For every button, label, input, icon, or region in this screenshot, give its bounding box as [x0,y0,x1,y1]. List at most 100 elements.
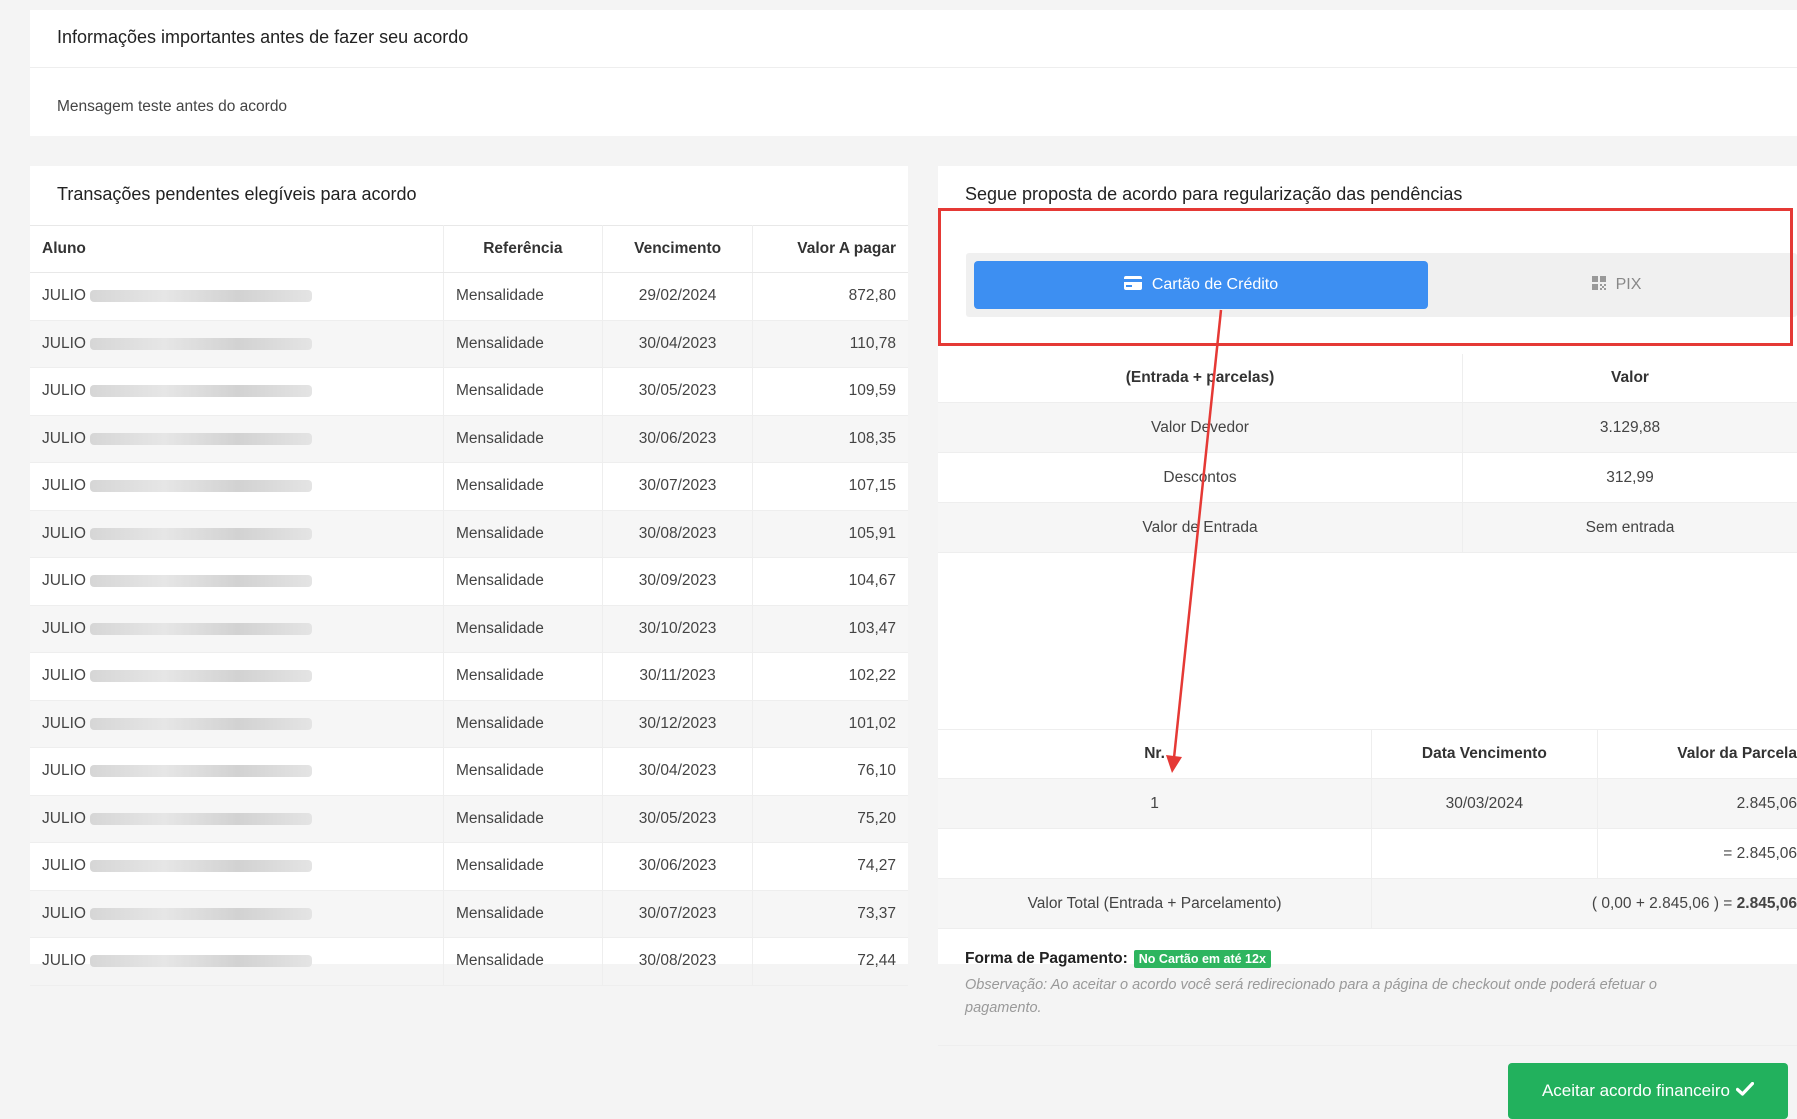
cell-valor: 107,15 [753,463,908,511]
cell-valor: 105,91 [753,510,908,558]
cell-valor: 104,67 [753,558,908,606]
student-name: JULIO [42,382,86,399]
subtotal-value: = 2.845,06 [1597,829,1797,879]
cell-referencia: Mensalidade [444,890,603,938]
student-name: JULIO [42,952,86,969]
divider [938,1045,1797,1046]
payment-method-label: Forma de Pagamento: [965,950,1128,968]
installments-header-row: Nr. Data Vencimento Valor da Parcela [938,730,1797,779]
annotation-highlight-box [938,208,1793,346]
student-name: JULIO [42,287,86,304]
summary-value: Sem entrada [1463,503,1797,553]
total-row: Valor Total (Entrada + Parcelamento) ( 0… [938,879,1797,929]
cell-referencia: Mensalidade [444,938,603,986]
info-card: Informações importantes antes de fazer s… [30,10,1797,136]
cell-aluno: JULIO [30,368,444,416]
cell-referencia: Mensalidade [444,748,603,796]
table-row: JULIOMensalidade30/12/2023101,02 [30,700,908,748]
proposal-title: Segue proposta de acordo para regulariza… [965,184,1462,205]
table-row: JULIOMensalidade30/07/2023107,15 [30,463,908,511]
student-name: JULIO [42,857,86,874]
table-row: JULIO Mensalidade30/06/202374,27 [30,843,908,891]
redacted-name [90,338,312,350]
transactions-title: Transações pendentes elegíveis para acor… [57,184,417,205]
cell-referencia: Mensalidade [444,415,603,463]
column-header-valor[interactable]: Valor A pagar [753,226,908,273]
cell-aluno: JULIO [30,605,444,653]
total-value: 2.845,06 [1737,895,1797,912]
cell-referencia: Mensalidade [444,653,603,701]
cell-vencimento: 30/11/2023 [602,653,753,701]
cell-referencia: Mensalidade [444,605,603,653]
cell-vencimento: 30/09/2023 [602,558,753,606]
summary-row: Valor de Entrada Sem entrada [938,503,1797,553]
table-row: JULIOMensalidade30/11/2023102,22 [30,653,908,701]
total-expression: ( 0,00 + 2.845,06 ) = [1592,895,1737,912]
cell-referencia: Mensalidade [444,510,603,558]
summary-label: Valor de Entrada [938,503,1463,553]
cell-valor: 76,10 [753,748,908,796]
info-title: Informações importantes antes de fazer s… [57,27,468,48]
cell-aluno: JULIO [30,700,444,748]
cell-aluno: JULIO [30,273,444,321]
payment-method-badge: No Cartão em até 12x [1134,950,1271,968]
summary-value: 312,99 [1463,453,1797,503]
installments-header-data: Data Vencimento [1372,730,1597,779]
redacted-name [90,575,312,587]
cell-referencia: Mensalidade [444,273,603,321]
student-name: JULIO [42,715,86,732]
cell-valor: 101,02 [753,700,908,748]
student-name: JULIO [42,620,86,637]
cell-vencimento: 30/05/2023 [602,368,753,416]
redacted-name [90,860,312,872]
summary-table: (Entrada + parcelas) Valor Valor Devedor… [938,354,1797,553]
table-row: JULIOMensalidade30/04/202376,10 [30,748,908,796]
cell-valor: 72,44 [753,938,908,986]
cell-valor: 108,35 [753,415,908,463]
table-header-row: Aluno Referência Vencimento Valor A paga… [30,226,908,273]
redacted-name [90,290,312,302]
redacted-name [90,385,312,397]
total-label: Valor Total (Entrada + Parcelamento) [938,879,1372,929]
cell-vencimento: 30/04/2023 [602,748,753,796]
installment-row: 1 30/03/2024 2.845,06 [938,779,1797,829]
observation-text: Observação: Ao aceitar o acordo você ser… [965,974,1725,1020]
cell-valor: 109,59 [753,368,908,416]
redacted-name [90,623,312,635]
cell-referencia: Mensalidade [444,843,603,891]
table-row: JULIOMensalidade30/08/2023105,91 [30,510,908,558]
summary-value: 3.129,88 [1463,403,1797,453]
column-header-aluno[interactable]: Aluno [30,226,444,273]
cell-valor: 110,78 [753,320,908,368]
cell-aluno: JULIO [30,320,444,368]
summary-label: Valor Devedor [938,403,1463,453]
redacted-name [90,480,312,492]
accept-agreement-button[interactable]: Aceitar acordo financeiro [1508,1063,1788,1119]
table-row: JULIOMensalidade30/06/2023108,35 [30,415,908,463]
cell-vencimento: 30/10/2023 [602,605,753,653]
column-header-referencia[interactable]: Referência [444,226,603,273]
table-row: JULIOMensalidade30/05/2023109,59 [30,368,908,416]
info-message: Mensagem teste antes do acordo [57,98,287,116]
student-name: JULIO [42,905,86,922]
cell-valor: 74,27 [753,843,908,891]
cell-valor: 872,80 [753,273,908,321]
total-cell: ( 0,00 + 2.845,06 ) = 2.845,06 [1372,879,1797,929]
cell-vencimento: 30/12/2023 [602,700,753,748]
cell-aluno: JULIO [30,748,444,796]
subtotal-row: = 2.845,06 [938,829,1797,879]
cell-valor: 102,22 [753,653,908,701]
cell-referencia: Mensalidade [444,795,603,843]
student-name: JULIO [42,335,86,352]
column-header-vencimento[interactable]: Vencimento [602,226,753,273]
cell-vencimento: 30/06/2023 [602,843,753,891]
cell-valor: 73,37 [753,890,908,938]
summary-header-row: (Entrada + parcelas) Valor [938,354,1797,403]
table-row: JULIOMensalidade30/05/202375,20 [30,795,908,843]
summary-row: Valor Devedor 3.129,88 [938,403,1797,453]
table-row: JULIOMensalidade30/09/2023104,67 [30,558,908,606]
accept-button-label: Aceitar acordo financeiro [1542,1081,1730,1101]
redacted-name [90,908,312,920]
cell-aluno: JULIO [30,795,444,843]
check-icon [1736,1081,1754,1101]
